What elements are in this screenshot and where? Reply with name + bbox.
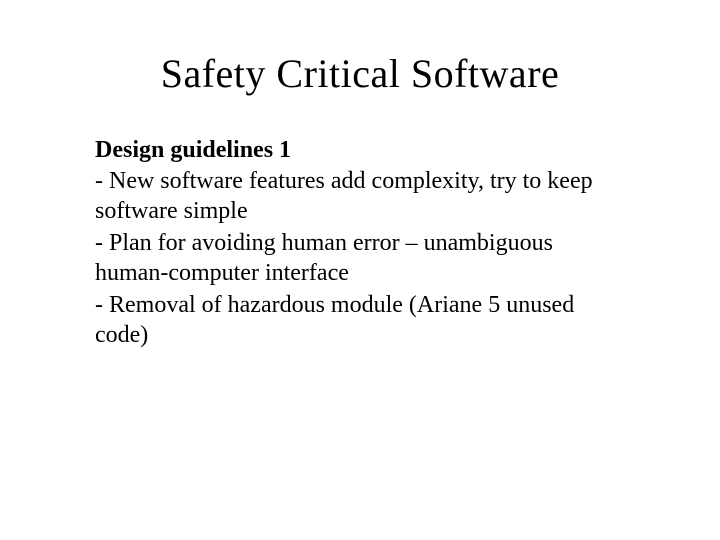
slide-title: Safety Critical Software bbox=[95, 50, 625, 97]
bullet-item: - New software features add complexity, … bbox=[95, 166, 625, 226]
slide-subtitle: Design guidelines 1 bbox=[95, 137, 625, 164]
bullet-item: - Removal of hazardous module (Ariane 5 … bbox=[95, 290, 625, 350]
bullet-item: - Plan for avoiding human error – unambi… bbox=[95, 228, 625, 288]
